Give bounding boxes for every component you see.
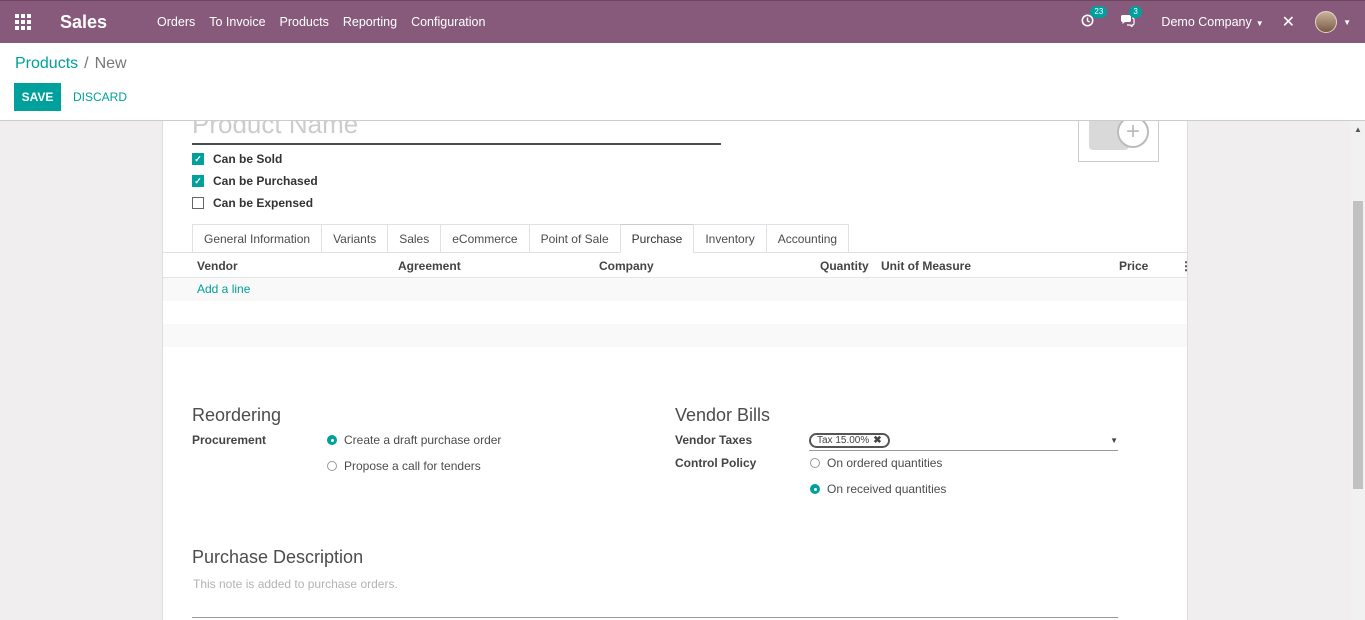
reordering-title: Reordering — [192, 405, 282, 425]
tax-tag-label: Tax 15.00% — [817, 435, 870, 446]
can-be-expensed-label: Can be Expensed — [213, 196, 314, 210]
vendor-taxes-label: Vendor Taxes — [675, 433, 753, 447]
breadcrumb-products-link[interactable]: Products — [15, 55, 78, 72]
breadcrumb-current: New — [94, 55, 127, 72]
save-button[interactable]: SAVE — [14, 83, 61, 111]
procurement-option-draft-po[interactable]: Create a draft purchase order — [327, 433, 501, 447]
top-navbar: Sales Orders To Invoice Products Reporti… — [0, 0, 1365, 43]
can-be-sold-row[interactable]: ✓ Can be Sold — [192, 152, 282, 166]
tax-tag: Tax 15.00% ✖ — [809, 433, 890, 448]
column-price[interactable]: Price — [1119, 259, 1148, 273]
discard-button[interactable]: DISCARD — [73, 83, 127, 111]
activity-clock-icon[interactable]: 23 — [1081, 6, 1108, 30]
tab-accounting[interactable]: Accounting — [765, 224, 850, 253]
tab-general-information[interactable]: General Information — [192, 224, 322, 253]
product-form-sheet: Product Name + ✓ Can be Sold ✓ Can be Pu… — [162, 121, 1188, 620]
optional-columns-icon[interactable]: ⋮ — [1180, 259, 1187, 273]
menu-orders[interactable]: Orders — [157, 15, 195, 29]
column-quantity[interactable]: Quantity — [820, 259, 869, 273]
tab-purchase[interactable]: Purchase — [619, 224, 694, 253]
user-menu-caret-icon[interactable]: ▼ — [1343, 18, 1351, 27]
radio-unselected-icon[interactable] — [327, 461, 337, 471]
messages-count-badge: 3 — [1129, 6, 1142, 18]
debug-tools-icon[interactable]: ✕ — [1282, 12, 1295, 32]
can-be-purchased-checkbox[interactable]: ✓ — [192, 175, 204, 187]
breadcrumb: Products / New — [15, 55, 127, 73]
procurement-option-call-for-tenders[interactable]: Propose a call for tenders — [327, 459, 481, 473]
notebook-tabs: General Information Variants Sales eComm… — [192, 224, 850, 253]
activity-count-badge: 23 — [1090, 6, 1108, 18]
page-scrollbar[interactable]: ▲ — [1351, 121, 1365, 620]
company-switcher[interactable]: Demo Company ▼ — [1161, 15, 1263, 29]
breadcrumb-separator: / — [84, 55, 89, 72]
vendor-bills-title: Vendor Bills — [675, 405, 771, 425]
tab-sales[interactable]: Sales — [387, 224, 441, 253]
scrollbar-thumb[interactable] — [1353, 201, 1363, 489]
can-be-expensed-row[interactable]: Can be Expensed — [192, 196, 313, 210]
radio-unselected-icon[interactable] — [810, 458, 820, 468]
add-image-plus-icon: + — [1117, 121, 1149, 148]
table-row — [163, 301, 1187, 324]
purchase-description-underline — [192, 617, 1118, 618]
product-name-input[interactable]: Product Name — [192, 121, 721, 145]
control-panel: Products / New SAVE DISCARD — [0, 43, 1365, 121]
user-avatar[interactable] — [1315, 11, 1338, 33]
menu-to-invoice[interactable]: To Invoice — [209, 15, 265, 29]
can-be-purchased-label: Can be Purchased — [213, 174, 318, 188]
tab-point-of-sale[interactable]: Point of Sale — [528, 224, 620, 253]
messages-chat-icon[interactable]: 3 — [1120, 6, 1142, 30]
product-image-upload[interactable]: + — [1078, 121, 1159, 162]
radio-selected-icon[interactable] — [327, 435, 337, 445]
tab-variants[interactable]: Variants — [321, 224, 388, 253]
column-agreement[interactable]: Agreement — [398, 259, 461, 273]
control-policy-label: Control Policy — [675, 456, 757, 470]
purchase-description-title: Purchase Description — [192, 547, 364, 567]
apps-menu-icon[interactable] — [0, 1, 46, 44]
control-policy-option-label: On received quantities — [827, 482, 947, 496]
caret-down-icon: ▼ — [1255, 19, 1264, 28]
tab-inventory[interactable]: Inventory — [693, 224, 766, 253]
procurement-option-label: Propose a call for tenders — [344, 459, 481, 473]
menu-reporting[interactable]: Reporting — [343, 15, 397, 29]
add-a-line-link[interactable]: Add a line — [197, 282, 250, 296]
tab-ecommerce[interactable]: eCommerce — [440, 224, 529, 253]
vendor-table-header: Vendor Agreement Company Quantity Unit o… — [163, 253, 1187, 278]
can-be-sold-checkbox[interactable]: ✓ — [192, 153, 204, 165]
app-title[interactable]: Sales — [60, 12, 107, 33]
can-be-sold-label: Can be Sold — [213, 152, 283, 166]
control-policy-received[interactable]: On received quantities — [810, 482, 946, 496]
menu-configuration[interactable]: Configuration — [411, 15, 485, 29]
column-vendor[interactable]: Vendor — [197, 259, 238, 273]
radio-selected-icon[interactable] — [810, 484, 820, 494]
table-row — [163, 278, 1187, 301]
column-company[interactable]: Company — [599, 259, 654, 273]
can-be-purchased-row[interactable]: ✓ Can be Purchased — [192, 174, 318, 188]
column-unit-of-measure[interactable]: Unit of Measure — [881, 259, 971, 273]
menu-products[interactable]: Products — [280, 15, 329, 29]
control-policy-option-label: On ordered quantities — [827, 456, 943, 470]
company-name: Demo Company — [1161, 15, 1252, 29]
procurement-label: Procurement — [192, 433, 267, 447]
dropdown-caret-icon[interactable]: ▼ — [1110, 436, 1118, 445]
scroll-up-arrow-icon[interactable]: ▲ — [1354, 125, 1362, 134]
vendor-taxes-field[interactable]: Tax 15.00% ✖ ▼ — [809, 433, 1118, 451]
purchase-description-input[interactable]: This note is added to purchase orders. — [193, 577, 398, 591]
control-policy-ordered[interactable]: On ordered quantities — [810, 456, 942, 470]
remove-tag-icon[interactable]: ✖ — [873, 435, 881, 446]
can-be-expensed-checkbox[interactable] — [192, 197, 204, 209]
procurement-option-label: Create a draft purchase order — [344, 433, 502, 447]
table-row — [163, 324, 1187, 347]
